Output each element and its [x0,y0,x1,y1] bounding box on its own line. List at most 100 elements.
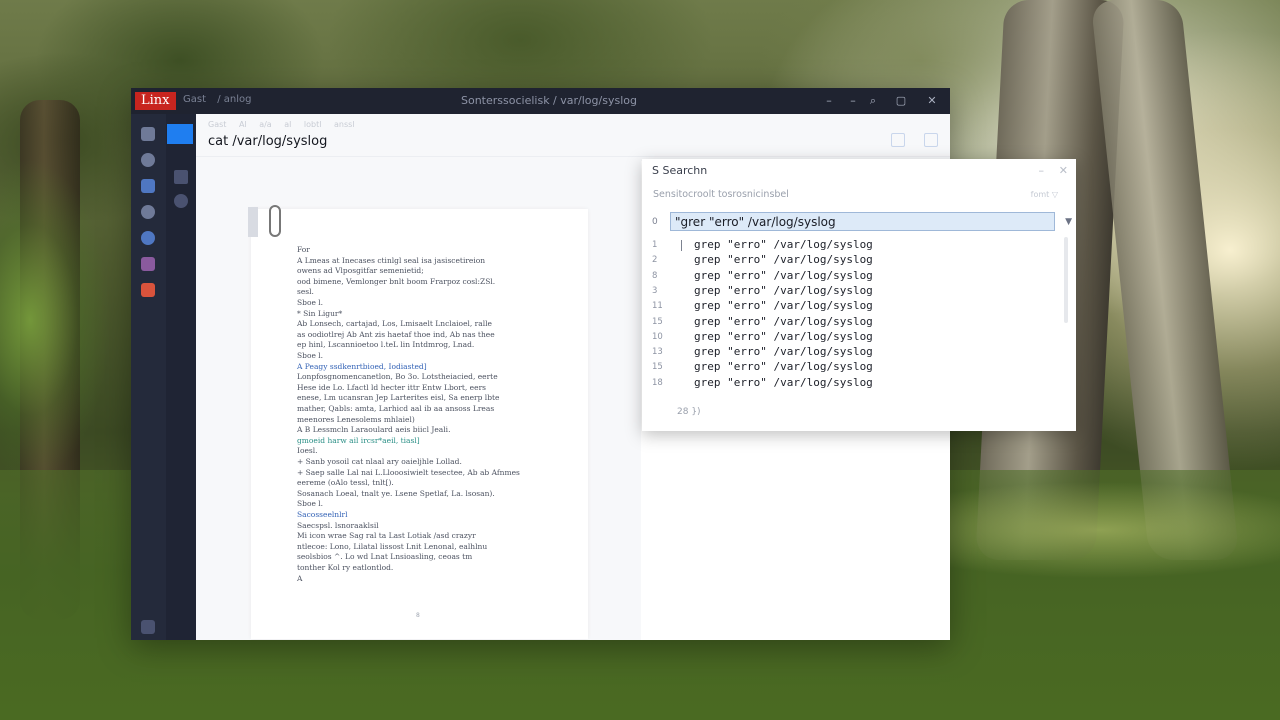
document-line: Hese ide Lo. Lfactl ld hecter ittr Entw … [297,382,486,392]
results-end-marker: 28 }) [677,407,701,417]
result-row[interactable]: 15 grep "erro" /var/log/syslog [642,315,1076,330]
breadcrumb-item[interactable]: Gast [208,120,226,129]
result-line-number: 2 [652,255,658,266]
terminal-icon[interactable] [167,124,193,144]
result-row[interactable]: 13 grep "erro" /var/log/syslog [642,345,1076,360]
scrollbar[interactable] [1064,237,1068,323]
layout-icon[interactable] [890,133,905,147]
window-title: Sonterssocielisk / var/log/syslog [461,94,637,107]
result-text: grep "erro" /var/log/syslog [694,329,873,343]
line-number: 0 [652,217,658,227]
document-line: ep hinl, Lscannioetoo l.teL lin Intdmrog… [297,340,475,350]
search-subtitle: Sensitocroolt tosrosnicinsbel [653,189,789,200]
divider [196,156,950,157]
document-line: Sboe l. [297,298,324,307]
refresh-icon[interactable] [141,231,155,245]
search-results: 1 grep "erro" /var/log/syslog 2 grep "erro"… [642,238,1076,424]
minimize-button[interactable]: – [845,93,861,109]
breadcrumb-item[interactable]: a/a [259,120,272,129]
result-line-number: 15 [652,316,663,327]
close-icon[interactable]: ✕ [1059,164,1068,177]
calendar-icon[interactable] [141,257,155,271]
result-row[interactable]: 3 grep "erro" /var/log/syslog [642,284,1076,299]
menu-item[interactable]: Gast [183,94,206,105]
menu-item[interactable]: / anlog [217,94,251,105]
paperclip-icon [269,205,281,237]
secondary-bar [166,114,196,640]
result-text: grep "erro" /var/log/syslog [694,253,873,267]
document-line: ntlecoe: Lono, Lilatal lissost Lnit Leno… [297,541,488,551]
result-line-number: 15 [652,362,663,373]
title-bar: Linx Gast / anlog Sonterssocielisk / var… [131,88,950,114]
filter-dropdown[interactable]: fomt ▽ [1031,190,1058,199]
chevron-down-icon[interactable]: ▼ [1065,217,1072,227]
document-line: seolsbios ^. Lo wd Lnat Lnsioasling, ceo… [297,552,473,562]
background-foliage [0,120,130,520]
close-icon[interactable]: ✕ [924,93,940,109]
breadcrumb-item[interactable]: Al [239,120,247,129]
document-line: ood bimene, Vemlonger bnlt boom Frarpoz … [297,276,496,286]
result-row[interactable]: 11 grep "erro" /var/log/syslog [642,299,1076,314]
document-line: For [297,245,310,254]
result-line-number: 10 [652,331,663,342]
files-icon[interactable] [141,127,155,141]
header-actions [877,132,938,151]
document-line: Sboe l. [297,351,324,360]
document-line: eereme (oAlo tessl, tnlt[). [297,478,394,488]
result-text: grep "erro" /var/log/syslog [694,299,873,313]
breadcrumb-item[interactable]: anssl [334,120,355,129]
result-line-number: 3 [652,285,658,296]
document-line: Ab Lonsech, cartajad, Los, Lmisaelt Lncl… [297,319,492,329]
share-icon[interactable] [924,133,938,147]
document-line: as oodiotlrej Ab Ant zis haetaf thoe ind… [297,329,495,339]
document-line: A B Lessmcln Laraoulard aeis biicl Jeali… [297,425,451,435]
result-line-number: 18 [652,377,663,388]
document-line: Sacosseelnlrl [297,510,348,519]
search-panel: S Searchn – ✕ Sensitocroolt tosrosnicins… [642,159,1076,431]
result-text: grep "erro" /var/log/syslog [694,268,873,282]
result-row[interactable]: 18 grep "erro" /var/log/syslog [642,376,1076,391]
globe-icon[interactable] [141,205,155,219]
tools-icon[interactable] [141,283,155,297]
document-line: Lonpfosgnomencanetlon, Bo 3o. Lotstheiac… [297,372,498,382]
result-row[interactable]: 10 grep "erro" /var/log/syslog [642,330,1076,345]
result-line-number: 8 [652,270,658,281]
minimize-icon[interactable]: – [1039,164,1045,177]
tag-icon[interactable] [174,170,188,184]
result-text: grep "erro" /var/log/syslog [694,314,873,328]
breadcrumb-item[interactable]: lobtl [304,120,322,129]
title-menu: Gast / anlog [183,94,259,105]
result-text: grep "erro" /var/log/syslog [694,375,873,389]
home-icon[interactable] [141,153,155,167]
bookmark-tab [248,207,258,237]
background-tree-trunk-2 [1090,0,1240,560]
search-icon[interactable]: ⌕ [865,93,881,109]
minimize-icon[interactable]: – [821,93,837,109]
settings-icon[interactable] [141,620,155,634]
background-tree-left [20,100,80,620]
document-line: Ioesl. [297,446,318,456]
text-cursor [681,240,682,251]
result-row[interactable]: 8 grep "erro" /var/log/syslog [642,269,1076,284]
result-row[interactable]: 15 grep "erro" /var/log/syslog [642,360,1076,375]
chart-icon[interactable] [141,179,155,193]
maximize-icon[interactable]: ▢ [893,93,909,109]
document-line: sesl. [297,287,314,297]
clock-icon[interactable] [174,194,188,208]
app-logo[interactable]: Linx [135,92,176,110]
page-number: 8 [416,612,420,619]
document-page[interactable]: For A Lmeas at Inecases ctinlgl seal isa … [248,205,588,639]
search-input[interactable] [670,212,1055,231]
document-line: A Peagy ssdkenrtbioed, Iodiasted] [297,361,427,371]
document-line: enese, Lm ucansran Jep Larterites eisl, … [297,393,500,403]
document-line: Mi icon wrae Sag ral ta Last Lotiak /asd… [297,531,476,541]
result-row[interactable]: 2 grep "erro" /var/log/syslog [642,253,1076,268]
page-title: cat /var/log/syslog [208,134,328,149]
result-text: grep "erro" /var/log/syslog [694,283,873,297]
result-text: grep "erro" /var/log/syslog [694,360,873,374]
document-line: owens ad Vlposgitfar semenietid; [297,266,424,276]
breadcrumb-item[interactable]: al [284,120,291,129]
document-line: Saecspsl. lsnoraaklsil [297,520,379,530]
result-row[interactable]: 1 grep "erro" /var/log/syslog [642,238,1076,253]
document-line: A [297,573,303,583]
